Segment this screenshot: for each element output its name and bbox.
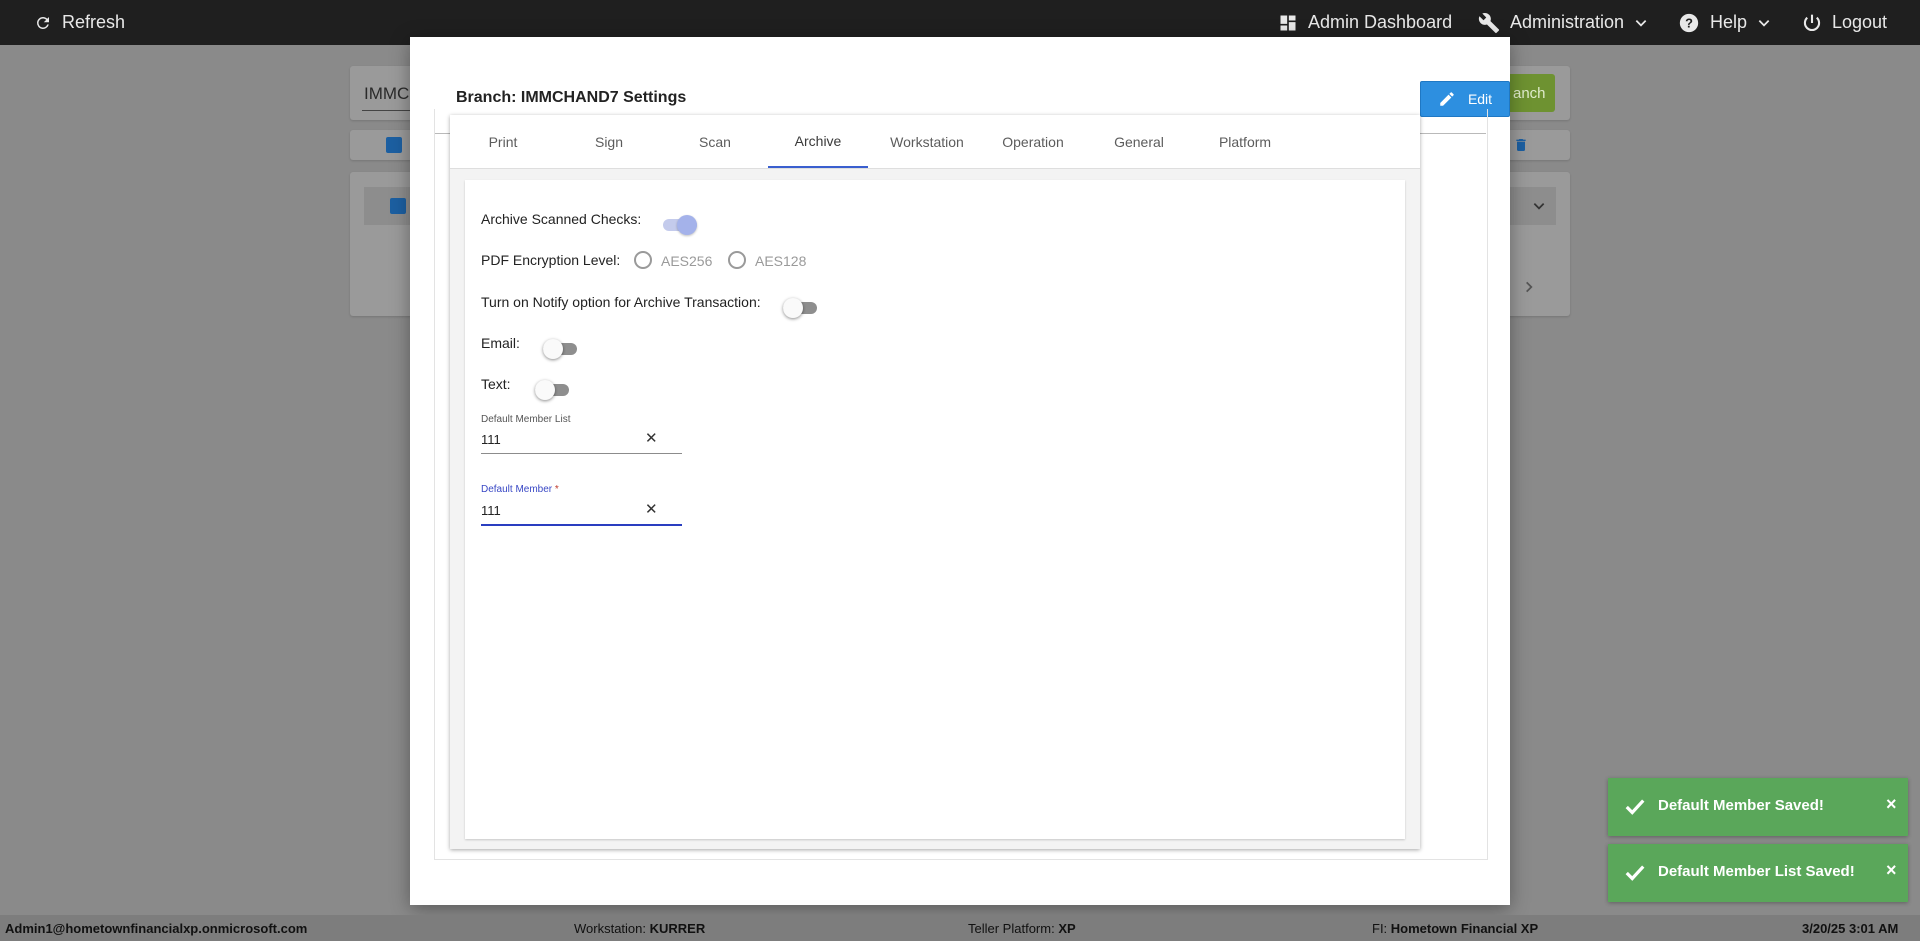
- status-user: Admin1@hometownfinancialxp.onmicrosoft.c…: [5, 921, 308, 936]
- toggle-thumb: [783, 298, 803, 318]
- tab-general[interactable]: General: [1086, 115, 1192, 168]
- toast-close-button[interactable]: ×: [1886, 794, 1897, 815]
- refresh-button[interactable]: Refresh: [34, 0, 125, 45]
- teller-platform-label: Teller Platform:: [968, 921, 1059, 936]
- edit-label: Edit: [1467, 91, 1493, 107]
- background-row-checkbox[interactable]: [390, 198, 406, 214]
- aes128-radio[interactable]: [728, 251, 746, 269]
- toast-default-member-saved: Default Member Saved! ×: [1608, 778, 1908, 836]
- background-search-value: IMMC: [364, 84, 410, 103]
- tab-print[interactable]: Print: [450, 115, 556, 168]
- toast-message: Default Member List Saved!: [1658, 863, 1855, 880]
- status-fi: FI: Hometown Financial XP: [1372, 921, 1538, 936]
- page-title: Branch: IMMCHAND7 Settings: [456, 89, 687, 106]
- pencil-icon: [1440, 92, 1454, 106]
- aes256-label: AES256: [661, 253, 713, 269]
- check-icon: [1625, 865, 1645, 881]
- default-member-list-input[interactable]: [481, 429, 656, 449]
- tab-operation[interactable]: Operation: [980, 115, 1086, 168]
- notify-archive-toggle[interactable]: [783, 298, 817, 318]
- logout-label: Logout: [1832, 12, 1888, 32]
- help-menu[interactable]: ? Help: [1678, 0, 1771, 45]
- default-member-list-label: Default Member List: [481, 414, 571, 425]
- toggle-thumb: [543, 339, 563, 359]
- background-search-underline: [362, 110, 412, 111]
- toast-message: Default Member Saved!: [1658, 797, 1824, 814]
- toggle-thumb: [677, 215, 697, 235]
- email-toggle[interactable]: [543, 339, 577, 359]
- workstation-value: KURRER: [649, 921, 706, 936]
- clear-default-member-button[interactable]: ✕: [645, 502, 658, 517]
- default-member-label: Default Member *: [481, 484, 559, 495]
- default-member-underline: [481, 524, 682, 526]
- pdf-encryption-label: PDF Encryption Level:: [481, 252, 621, 268]
- status-bar: Admin1@hometownfinancialxp.onmicrosoft.c…: [0, 915, 1920, 941]
- status-teller-platform: Teller Platform: XP: [968, 921, 1076, 936]
- tab-scan[interactable]: Scan: [662, 115, 768, 168]
- status-datetime: 3/20/25 3:01 AM: [1802, 921, 1899, 936]
- aes128-label: AES128: [755, 253, 807, 269]
- default-member-label-text: Default Member: [481, 484, 553, 495]
- chevron-down-icon: [1758, 19, 1770, 27]
- tab-bar: Print Sign Scan Archive Workstation Oper…: [450, 115, 1420, 169]
- admin-dashboard-label: Admin Dashboard: [1308, 12, 1453, 32]
- toast-default-member-list-saved: Default Member List Saved! ×: [1608, 844, 1908, 902]
- email-label: Email:: [481, 335, 520, 351]
- toggle-thumb: [535, 380, 555, 400]
- text-toggle[interactable]: [535, 380, 569, 400]
- chevron-right-icon[interactable]: [1522, 280, 1536, 294]
- tab-archive[interactable]: Archive: [768, 115, 868, 168]
- clear-default-member-list-button[interactable]: ✕: [645, 431, 658, 446]
- status-workstation: Workstation: KURRER: [574, 921, 705, 936]
- power-icon: [1803, 14, 1821, 31]
- default-member-input[interactable]: [481, 500, 656, 520]
- wrench-icon: [1478, 12, 1500, 33]
- branch-settings-modal: Branch: IMMCHAND7 Settings Edit Print Si…: [410, 37, 1510, 905]
- help-label: Help: [1710, 12, 1748, 32]
- workstation-label: Workstation:: [574, 921, 650, 936]
- administration-label: Administration: [1510, 12, 1625, 32]
- background-add-branch-button[interactable]: anch: [1507, 74, 1555, 112]
- trash-icon[interactable]: [1513, 136, 1529, 154]
- required-asterisk: *: [554, 484, 559, 495]
- help-circle-icon: ?: [1679, 13, 1699, 32]
- background-select-all-checkbox[interactable]: [386, 137, 402, 153]
- chevron-down-icon: [1635, 19, 1647, 27]
- text-label: Text:: [481, 376, 511, 392]
- tab-platform[interactable]: Platform: [1192, 115, 1298, 168]
- check-icon: [1625, 799, 1645, 815]
- archive-settings-content: Archive Scanned Checks: PDF Encryption L…: [465, 180, 1405, 839]
- default-member-list-underline: [481, 453, 682, 454]
- teller-platform-value: XP: [1058, 921, 1076, 936]
- toast-close-button[interactable]: ×: [1886, 860, 1897, 881]
- tab-sign[interactable]: Sign: [556, 115, 662, 168]
- archive-scanned-checks-label: Archive Scanned Checks:: [481, 211, 642, 227]
- fi-label: FI:: [1372, 921, 1391, 936]
- logout-button[interactable]: Logout: [1802, 0, 1887, 45]
- tab-workstation[interactable]: Workstation: [874, 115, 980, 168]
- refresh-icon: [36, 16, 49, 29]
- refresh-label: Refresh: [62, 12, 126, 32]
- aes256-radio[interactable]: [634, 251, 652, 269]
- dashboard-icon: [1280, 15, 1296, 30]
- fi-value: Hometown Financial XP: [1390, 921, 1539, 936]
- background-button-fragment: anch: [1513, 84, 1546, 102]
- archive-scanned-checks-toggle[interactable]: [663, 215, 697, 235]
- chevron-down-icon[interactable]: [1532, 199, 1546, 213]
- svg-text:?: ?: [1685, 15, 1693, 30]
- notify-archive-label: Turn on Notify option for Archive Transa…: [481, 294, 761, 310]
- settings-tabs-card: Print Sign Scan Archive Workstation Oper…: [450, 115, 1420, 849]
